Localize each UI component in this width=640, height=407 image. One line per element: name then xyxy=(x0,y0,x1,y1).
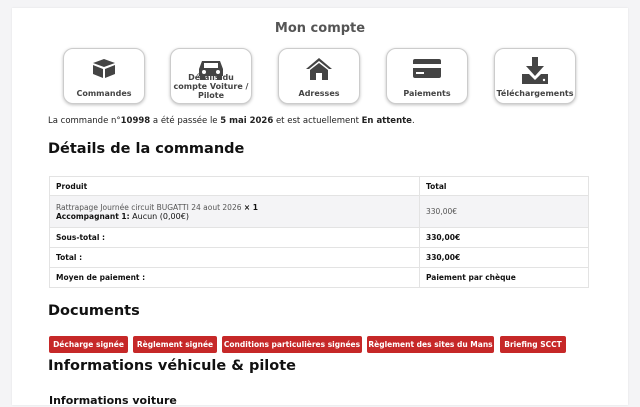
documents-heading: Documents xyxy=(48,303,140,319)
nav-downloads-label: Téléchargements xyxy=(496,89,574,98)
nav-payments-label: Paiements xyxy=(403,89,451,98)
order-item-meta-value: Aucun (0,00€) xyxy=(129,211,189,221)
payment-method-value: Paiement par chèque xyxy=(419,267,589,288)
order-details-table: Produit Total Rattrapage Journée circuit… xyxy=(49,176,589,288)
nav-orders-button[interactable]: Commandes xyxy=(63,48,145,104)
document-decharge-button[interactable]: Décharge signée xyxy=(49,336,128,353)
order-date: 5 mai 2026 xyxy=(220,116,274,126)
order-status: En attente xyxy=(361,116,412,126)
table-row: Rattrapage Journée circuit BUGATTI 24 ao… xyxy=(49,195,589,228)
order-details-heading: Détails de la commande xyxy=(48,141,245,157)
order-item-meta-label: Accompagnant 1: xyxy=(56,211,130,221)
table-row: Moyen de paiement : Paiement par chèque xyxy=(49,267,589,288)
order-mid2-text: et est actuellement xyxy=(273,116,362,126)
download-icon xyxy=(522,57,548,84)
nav-orders-label: Commandes xyxy=(76,89,132,98)
order-prefix-text: La commande n° xyxy=(48,116,121,126)
order-item-qty: × 1 xyxy=(243,202,259,212)
vehicle-subheading: Informations voiture xyxy=(49,394,177,407)
table-header-row: Produit Total xyxy=(49,176,589,196)
table-row: Sous-total : 330,00€ xyxy=(49,227,589,248)
vehicle-heading: Informations véhicule & pilote xyxy=(48,358,296,374)
document-sites-mans-button[interactable]: Règlement des sites du Mans xyxy=(367,336,494,353)
total-value: 330,00€ xyxy=(419,247,589,268)
document-conditions-button[interactable]: Conditions particulières signées xyxy=(222,336,362,353)
order-item-name: Rattrapage Journée circuit BUGATTI 24 ao… xyxy=(56,202,244,212)
credit-card-icon xyxy=(413,59,441,78)
order-status-line: La commande n°10998 a été passée le 5 ma… xyxy=(48,116,415,126)
nav-addresses-label: Adresses xyxy=(298,89,340,98)
nav-addresses-button[interactable]: Adresses xyxy=(278,48,360,104)
payment-method-label: Moyen de paiement : xyxy=(49,267,420,288)
col-total-header: Total xyxy=(419,176,589,196)
document-reglement-button[interactable]: Règlement signée xyxy=(133,336,217,353)
subtotal-value: 330,00€ xyxy=(419,227,589,248)
house-icon xyxy=(306,58,332,80)
order-number: 10998 xyxy=(120,116,151,126)
nav-account-details-label: Détails du compte Voiture / Pilote xyxy=(173,73,249,100)
order-mid-text: a été passée le xyxy=(150,116,221,126)
page-title: Mon compte xyxy=(274,21,366,36)
nav-payments-button[interactable]: Paiements xyxy=(386,48,468,104)
order-item-total: 330,00€ xyxy=(419,195,589,228)
order-item-cell: Rattrapage Journée circuit BUGATTI 24 ao… xyxy=(49,195,420,228)
box-icon xyxy=(93,59,115,78)
col-product-header: Produit xyxy=(49,176,420,196)
table-row: Total : 330,00€ xyxy=(49,247,589,268)
document-briefing-button[interactable]: Briefing SCCT xyxy=(500,336,566,353)
nav-downloads-button[interactable]: Téléchargements xyxy=(494,48,576,104)
subtotal-label: Sous-total : xyxy=(49,227,420,248)
account-page: Mon compte Commandes Détails du compte V… xyxy=(12,8,628,407)
order-suffix-text: . xyxy=(411,116,415,126)
total-label: Total : xyxy=(49,247,420,268)
nav-account-details-button[interactable]: Détails du compte Voiture / Pilote xyxy=(170,48,252,104)
